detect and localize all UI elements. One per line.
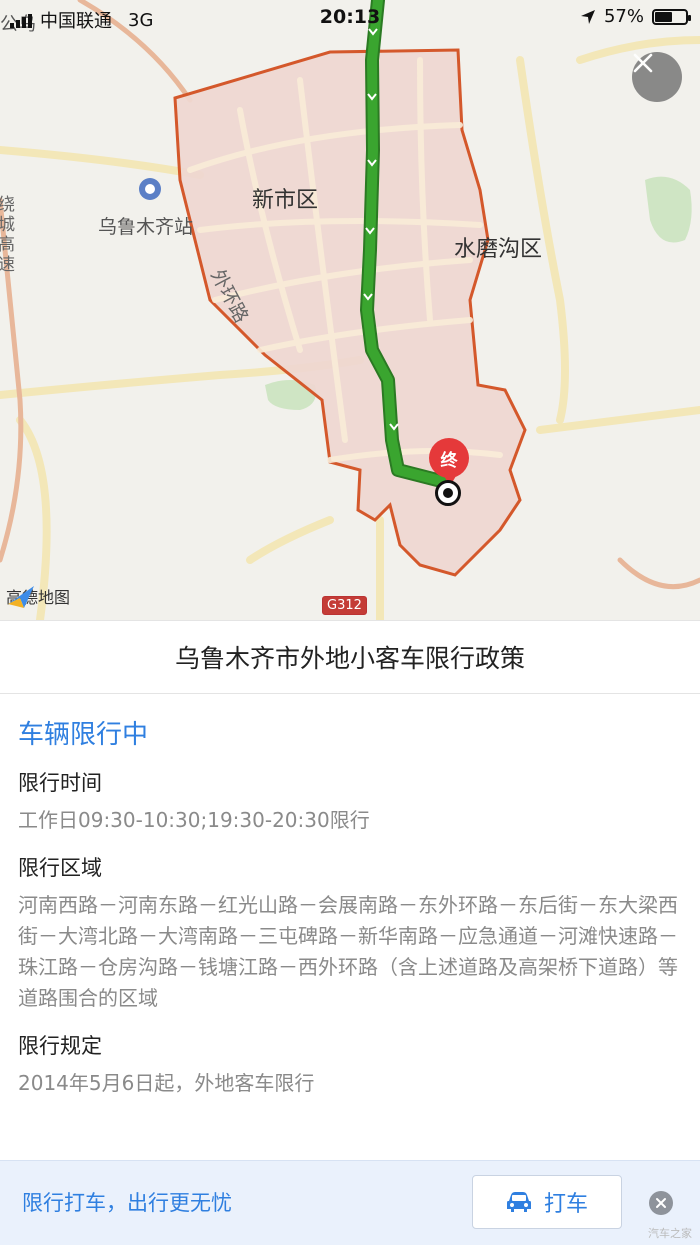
battery-fill (655, 11, 672, 22)
section-rule-text: 2014年5月6日起，外地客车限行 (18, 1071, 315, 1095)
battery-percent: 57% (603, 6, 644, 27)
amap-logo-icon (8, 586, 34, 608)
section-area-title: 限行区域 (18, 856, 102, 880)
page-title: 乌鲁木齐市外地小客车限行政策 (0, 620, 700, 694)
status-bar: 中国联通 3G 20:13 57% (0, 0, 700, 36)
close-button[interactable] (632, 52, 682, 102)
section-time-text: 工作日09:30-10:30;19:30-20:30限行 (18, 808, 370, 832)
map-label-highway: 绕城高速 (0, 195, 15, 275)
section-rule-title: 限行规定 (18, 1034, 102, 1058)
map-label-shuimogou: 水磨沟区 (454, 237, 543, 262)
section-area-text: 河南西路－河南东路－红光山路－会展南路－东外环路－东后街－东大梁西街－大湾北路－… (18, 893, 678, 1010)
policy-content: 车辆限行中 限行时间 工作日09:30-10:30;19:30-20:30限行 … (18, 710, 682, 1115)
road-badge: G312 (322, 596, 367, 615)
taxi-button-label: 打车 (543, 1192, 588, 1217)
map-label-station: 乌鲁木齐站 (98, 216, 194, 238)
close-icon (656, 1198, 666, 1208)
map-canvas (0, 0, 700, 620)
current-location-icon (435, 480, 461, 506)
status-right: 57% (580, 6, 691, 27)
car-icon (506, 1192, 531, 1212)
map-label-xinshi: 新市区 (252, 188, 319, 213)
promo-text[interactable]: 限行打车，出行更无忧 (22, 1187, 232, 1217)
close-icon (633, 53, 653, 73)
taxi-promo-bar: 限行打车，出行更无忧 打车 汽车之家 (0, 1160, 700, 1245)
map-brand: 高德地图 (6, 584, 70, 608)
battery-icon (652, 8, 691, 25)
watermark: 汽车之家 (648, 1227, 692, 1240)
map-view[interactable]: 公乌 新市区 水磨沟区 乌鲁木齐站 外环路 绕城高速 终 高德地图 G312 (0, 0, 700, 620)
location-arrow-icon (580, 9, 595, 24)
restriction-status: 车辆限行中 (18, 720, 149, 750)
destination-marker[interactable]: 终 (429, 438, 469, 486)
section-time-title: 限行时间 (18, 771, 102, 795)
dismiss-promo-button[interactable] (649, 1191, 673, 1215)
taxi-button[interactable]: 打车 (472, 1175, 622, 1229)
